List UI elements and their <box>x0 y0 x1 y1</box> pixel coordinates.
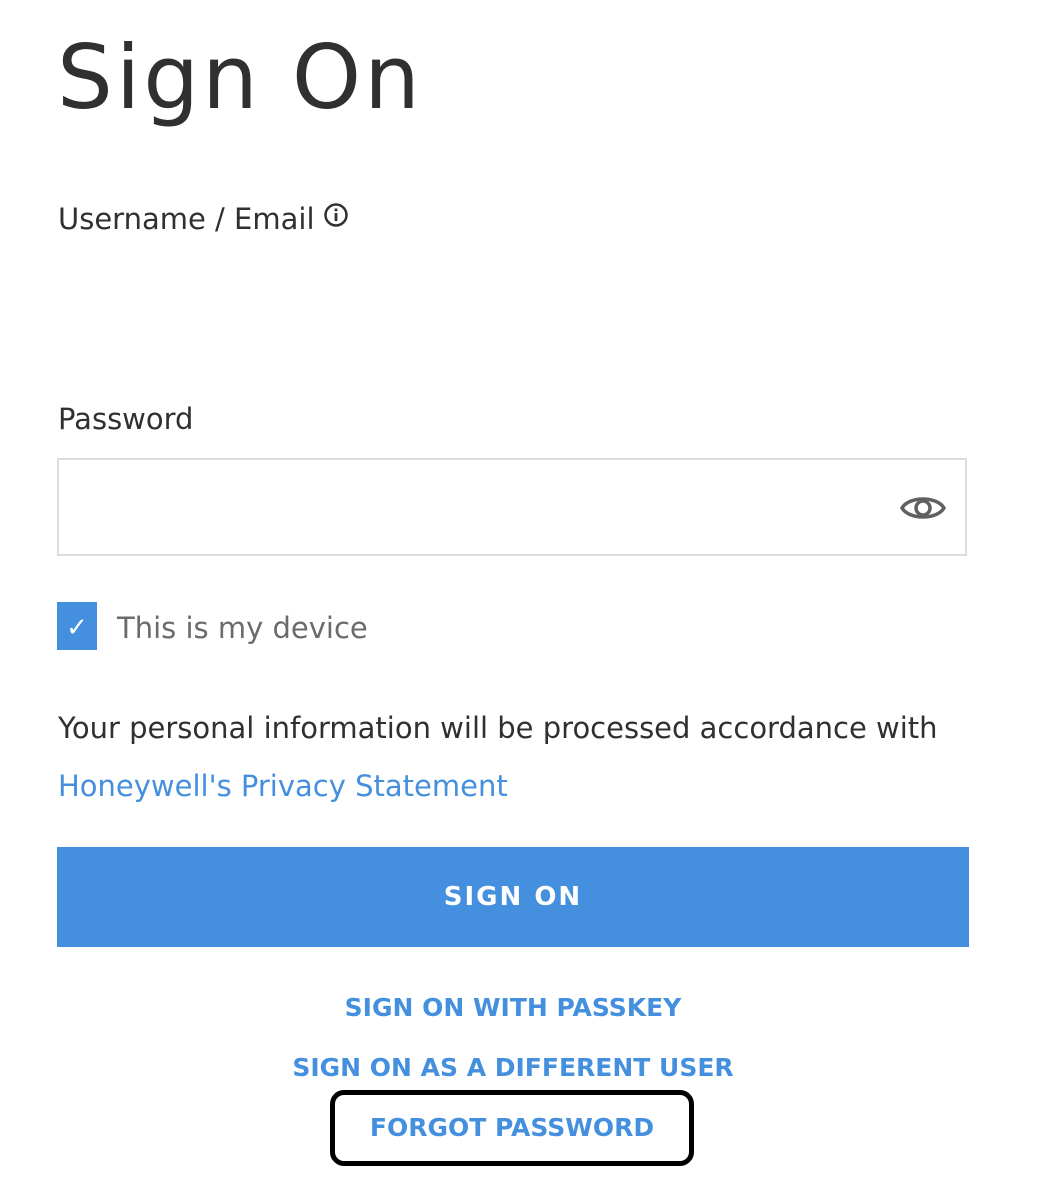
remember-device-label: This is my device <box>117 611 368 645</box>
eye-icon[interactable] <box>899 490 947 526</box>
password-field[interactable] <box>57 458 967 556</box>
sign-on-passkey-link[interactable]: SIGN ON WITH PASSKEY <box>57 990 969 1026</box>
sign-on-different-user-link[interactable]: SIGN ON AS A DIFFERENT USER <box>57 1050 969 1086</box>
password-label: Password <box>58 402 194 436</box>
privacy-notice-text: Your personal information will be proces… <box>58 711 938 745</box>
page-title: Sign On <box>57 26 423 129</box>
forgot-password-link[interactable]: FORGOT PASSWORD <box>330 1090 694 1166</box>
remember-device-checkbox[interactable]: ✓ <box>57 602 97 650</box>
checkmark-icon: ✓ <box>66 613 88 643</box>
username-label: Username / Email <box>58 202 315 236</box>
sign-on-button[interactable]: SIGN ON <box>57 847 969 947</box>
info-icon[interactable] <box>323 200 349 236</box>
username-label-row: Username / Email <box>58 201 349 237</box>
privacy-statement-link[interactable]: Honeywell's Privacy Statement <box>58 768 508 804</box>
password-input[interactable] <box>75 478 879 538</box>
